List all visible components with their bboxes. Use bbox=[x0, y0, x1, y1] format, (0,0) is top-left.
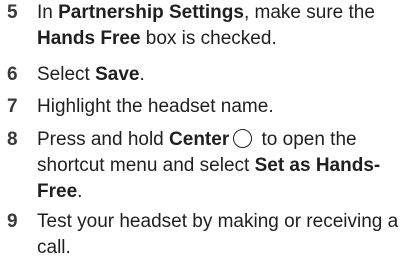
step-text-part: Press and hold bbox=[37, 129, 170, 150]
step-text: Highlight the headset name. bbox=[37, 94, 406, 120]
step-number: 6 bbox=[7, 64, 18, 85]
step-text: In Partnership Settings, make sure the H… bbox=[37, 0, 406, 52]
step-text: Press and hold Center to open the shortc… bbox=[37, 127, 406, 205]
step-text: Select Save. bbox=[37, 62, 406, 88]
step-text-part: . bbox=[139, 64, 145, 85]
step-number: 5 bbox=[7, 2, 18, 23]
center-button-icon bbox=[233, 129, 253, 148]
step-text-part: Select bbox=[37, 64, 96, 85]
step-text-part: box is checked. bbox=[140, 28, 277, 49]
step-number: 8 bbox=[7, 129, 18, 150]
step-text-part: , make sure the bbox=[243, 2, 375, 23]
step-text-part: Highlight the headset name. bbox=[37, 96, 274, 117]
step-number: 9 bbox=[7, 211, 18, 232]
step-text-part: . bbox=[77, 181, 83, 202]
step-text-part: Test your headset by making or receiving… bbox=[37, 211, 399, 258]
step-text: Test your headset by making or receiving… bbox=[37, 209, 406, 261]
step-text-part: In bbox=[37, 2, 59, 23]
step-number: 7 bbox=[7, 96, 18, 117]
option-name-save: Save bbox=[95, 64, 140, 85]
button-name-center: Center bbox=[169, 129, 230, 150]
setting-name-partnership-settings: Partnership Settings bbox=[58, 2, 244, 23]
option-name-hands-free: Hands Free bbox=[37, 28, 141, 49]
